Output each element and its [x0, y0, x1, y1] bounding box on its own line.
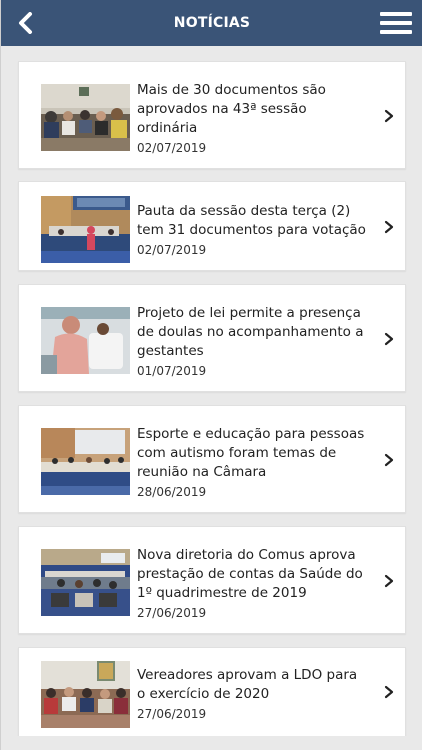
menu-button[interactable] — [379, 10, 413, 36]
news-card[interactable]: Projeto de lei permite a presença de dou… — [18, 284, 406, 392]
news-text: Vereadores aprovam a LDO para o exercíci… — [137, 666, 369, 722]
back-button[interactable] — [13, 9, 39, 37]
news-date: 27/06/2019 — [137, 707, 207, 721]
chevron-right-icon — [384, 109, 394, 123]
chevron-right-icon — [384, 574, 394, 588]
news-card[interactable]: Mais de 30 documentos são aprovados na 4… — [18, 61, 406, 169]
page-title: NOTÍCIAS — [173, 15, 251, 31]
hamburger-menu-icon — [380, 12, 412, 34]
news-headline: Projeto de lei permite a presença de dou… — [137, 305, 364, 359]
news-thumbnail — [41, 307, 130, 374]
app-screen: NOTÍCIAS Mais de 30 documentos são aprov… — [0, 0, 422, 750]
news-text: Projeto de lei permite a presença de dou… — [137, 304, 369, 379]
bottom-edge — [1, 736, 422, 750]
news-thumbnail — [41, 428, 130, 495]
news-text: Mais de 30 documentos são aprovados na 4… — [137, 81, 369, 156]
news-card[interactable]: Pauta da sessão desta terça (2) tem 31 d… — [18, 181, 406, 271]
news-headline: Pauta da sessão desta terça (2) tem 31 d… — [137, 203, 366, 238]
news-card[interactable]: Esporte e educação para pessoas com auti… — [18, 405, 406, 513]
news-date: 28/06/2019 — [137, 485, 207, 499]
chevron-right-icon — [384, 332, 394, 346]
news-card[interactable]: Nova diretoria do Comus aprova prestação… — [18, 526, 406, 634]
news-date: 27/06/2019 — [137, 606, 207, 620]
news-headline: Mais de 30 documentos são aprovados na 4… — [137, 82, 326, 136]
news-thumbnail — [41, 549, 130, 616]
news-text: Nova diretoria do Comus aprova prestação… — [137, 546, 369, 621]
news-text: Esporte e educação para pessoas com auti… — [137, 425, 369, 500]
news-date: 01/07/2019 — [137, 364, 207, 378]
news-thumbnail — [41, 84, 130, 151]
chevron-right-icon — [384, 220, 394, 234]
news-text: Pauta da sessão desta terça (2) tem 31 d… — [137, 202, 369, 258]
news-thumbnail — [41, 196, 130, 263]
news-headline: Esporte e educação para pessoas com auti… — [137, 426, 365, 480]
news-date: 02/07/2019 — [137, 243, 207, 257]
news-card[interactable]: Vereadores aprovam a LDO para o exercíci… — [18, 647, 406, 737]
news-headline: Nova diretoria do Comus aprova prestação… — [137, 547, 363, 601]
chevron-left-icon — [19, 12, 32, 34]
news-date: 02/07/2019 — [137, 141, 207, 155]
news-headline: Vereadores aprovam a LDO para o exercíci… — [137, 667, 358, 702]
news-thumbnail — [41, 661, 130, 728]
top-bar: NOTÍCIAS — [1, 0, 422, 46]
chevron-right-icon — [384, 453, 394, 467]
chevron-right-icon — [384, 685, 394, 699]
